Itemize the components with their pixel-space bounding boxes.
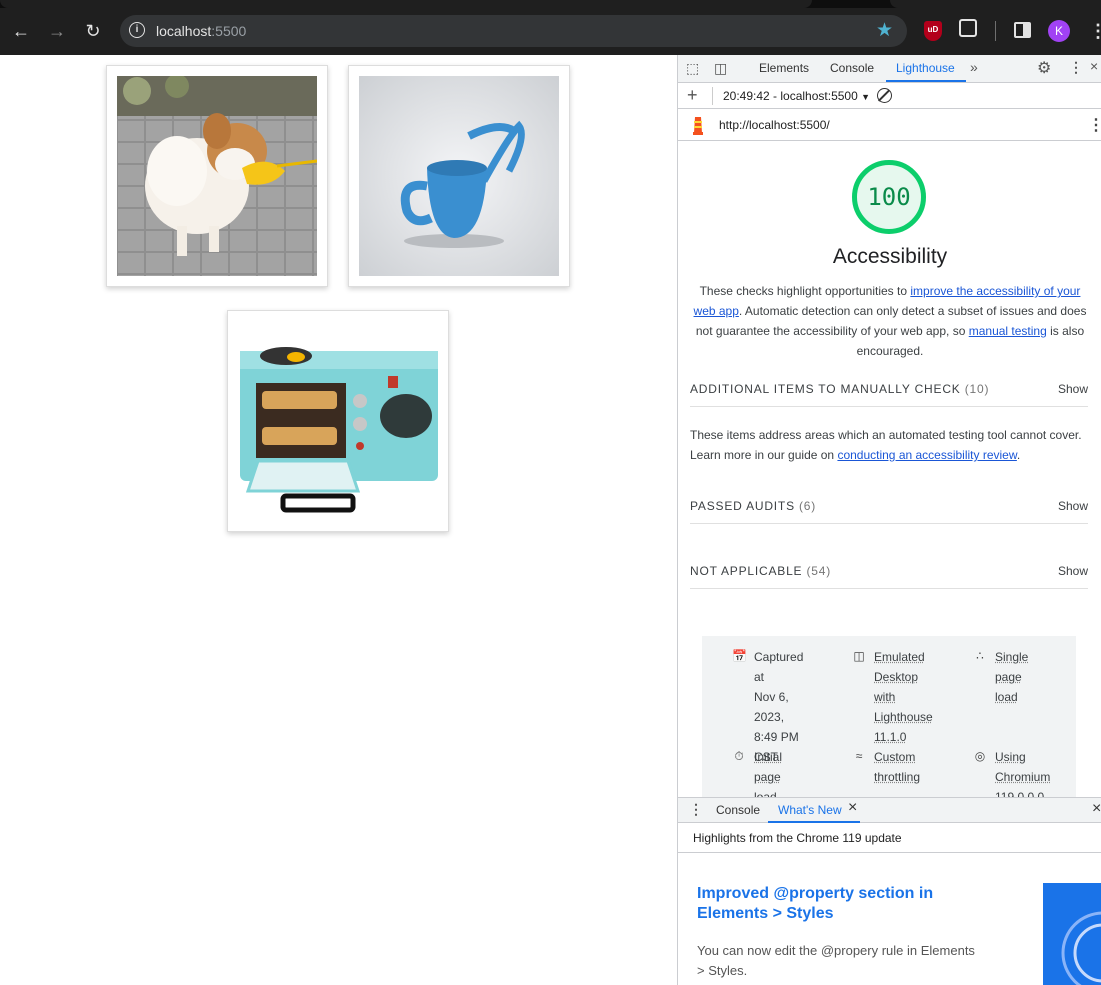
close-devtools-icon[interactable]: × xyxy=(1090,58,1098,74)
category-description: These checks highlight opportunities to … xyxy=(692,281,1088,361)
category-title: Accessibility xyxy=(678,245,1101,269)
drawer-menu-icon[interactable]: ⋮ xyxy=(689,801,703,818)
close-whats-new-icon[interactable]: × xyxy=(848,799,857,817)
watering-can-teapot-image xyxy=(359,76,559,276)
tab-strip-right xyxy=(890,0,1101,8)
accessibility-review-link[interactable]: conducting an accessibility review xyxy=(837,448,1016,462)
show-manual-button[interactable]: Show xyxy=(1058,382,1088,396)
chromium-icon: ◎ xyxy=(973,749,987,763)
report-menu-icon[interactable]: ⋮ xyxy=(1088,115,1101,135)
toolbar-divider xyxy=(712,87,713,105)
photo-card-dog[interactable] xyxy=(106,65,328,287)
clear-reports-icon[interactable] xyxy=(877,88,892,103)
back-button[interactable]: ← xyxy=(8,18,34,44)
lighthouse-report: 100 Accessibility These checks highlight… xyxy=(678,141,1101,797)
score-gauge[interactable]: 100 xyxy=(852,160,926,234)
devtools-menu-icon[interactable]: ⋮ xyxy=(1069,59,1083,76)
drawer-tab-console[interactable]: Console xyxy=(716,803,760,817)
tab-lighthouse[interactable]: Lighthouse xyxy=(896,61,955,75)
manual-testing-link[interactable]: manual testing xyxy=(969,324,1047,338)
group-label: NOT APPLICABLE (54) xyxy=(690,564,831,578)
report-selector[interactable]: 20:49:42 - localhost:5500 ▼ xyxy=(723,89,870,103)
calendar-icon: 📅 xyxy=(732,649,746,663)
devtools-panel: ⬚ ◫ Elements Console Lighthouse » ⚙ ⋮ × … xyxy=(677,55,1101,985)
feature-description: You can now edit the @propery rule in El… xyxy=(697,941,975,981)
bookmark-star-icon[interactable]: ★ xyxy=(876,19,893,42)
show-not-applicable-button[interactable]: Show xyxy=(1058,564,1088,578)
feature-heading[interactable]: Improved @property section in Elements > … xyxy=(697,884,933,924)
browser-menu-icon[interactable]: ⋮ xyxy=(1089,19,1101,43)
reload-button[interactable]: ↻ xyxy=(80,18,106,44)
close-drawer-icon[interactable]: × xyxy=(1092,800,1101,818)
devices-icon: ◫ xyxy=(852,649,866,663)
timer-icon: ⏱ xyxy=(732,749,746,763)
drawer-subheader: Highlights from the Chrome 119 update xyxy=(678,823,1101,853)
side-panel-icon[interactable] xyxy=(1014,22,1031,38)
lighthouse-logo-icon xyxy=(690,115,706,135)
signal-icon: ≈ xyxy=(852,749,866,763)
tab-strip xyxy=(0,0,1101,8)
address-bar[interactable]: i localhost:5500 ★ xyxy=(120,15,907,47)
devtools-tab-bar: ⬚ ◫ Elements Console Lighthouse » ⚙ ⋮ × xyxy=(678,55,1101,83)
active-tab-indicator xyxy=(886,80,966,82)
url-text[interactable]: localhost:5500 xyxy=(156,23,246,39)
device-toggle-icon[interactable]: ◫ xyxy=(714,60,727,77)
drawer-tab-whats-new[interactable]: What's New xyxy=(778,803,842,817)
group-manual-check[interactable]: ADDITIONAL ITEMS TO MANUALLY CHECK (10) … xyxy=(690,373,1088,407)
whats-new-content: Improved @property section in Elements > … xyxy=(678,853,1101,985)
dots-icon: ∴ xyxy=(973,649,987,663)
manual-check-description: These items address areas which an autom… xyxy=(690,425,1090,465)
lighthouse-toolbar: + 20:49:42 - localhost:5500 ▼ xyxy=(678,83,1101,109)
group-not-applicable[interactable]: NOT APPLICABLE (54) Show xyxy=(690,555,1088,589)
profile-avatar[interactable]: K xyxy=(1048,20,1070,42)
more-tabs-chevron-icon[interactable]: » xyxy=(970,59,978,75)
feature-thumbnail xyxy=(1043,883,1101,985)
toolbar-divider xyxy=(995,21,996,41)
new-report-plus-icon[interactable]: + xyxy=(687,85,698,106)
environment-summary: 📅 Captured at Nov 6, 2023, 8:49 PM CST ◫ Em… xyxy=(702,636,1076,797)
tab-elements[interactable]: Elements xyxy=(759,61,809,75)
group-label: ADDITIONAL ITEMS TO MANUALLY CHECK (10) xyxy=(690,382,989,396)
site-info-icon[interactable]: i xyxy=(129,22,145,38)
group-passed-audits[interactable]: PASSED AUDITS (6) Show xyxy=(690,490,1088,524)
group-label: PASSED AUDITS (6) xyxy=(690,499,816,513)
forward-button[interactable]: → xyxy=(44,18,70,44)
inspect-element-icon[interactable]: ⬚ xyxy=(686,60,699,77)
photo-card-toaster[interactable] xyxy=(227,310,449,532)
drawer-tab-bar: ⋮ Console What's New × × xyxy=(678,797,1101,823)
dog-duck-muzzle-image xyxy=(117,76,317,276)
dropdown-caret-icon: ▼ xyxy=(861,92,870,102)
settings-gear-icon[interactable]: ⚙ xyxy=(1037,58,1051,78)
ublock-extension-icon[interactable]: uD xyxy=(924,21,942,41)
photo-card-watering-can[interactable] xyxy=(348,65,570,287)
extensions-puzzle-icon[interactable] xyxy=(959,19,977,37)
active-tab[interactable] xyxy=(0,0,812,8)
page-viewport xyxy=(0,55,677,985)
report-url-bar: http://localhost:5500/ ⋮ xyxy=(678,109,1101,141)
update-highlights-text: Highlights from the Chrome 119 update xyxy=(693,831,902,845)
browser-toolbar: ← → ↻ i localhost:5500 ★ uD K ⋮ xyxy=(0,0,1101,55)
breakfast-station-image xyxy=(238,321,438,521)
tab-console[interactable]: Console xyxy=(830,61,874,75)
report-url: http://localhost:5500/ xyxy=(719,118,830,132)
show-passed-button[interactable]: Show xyxy=(1058,499,1088,513)
